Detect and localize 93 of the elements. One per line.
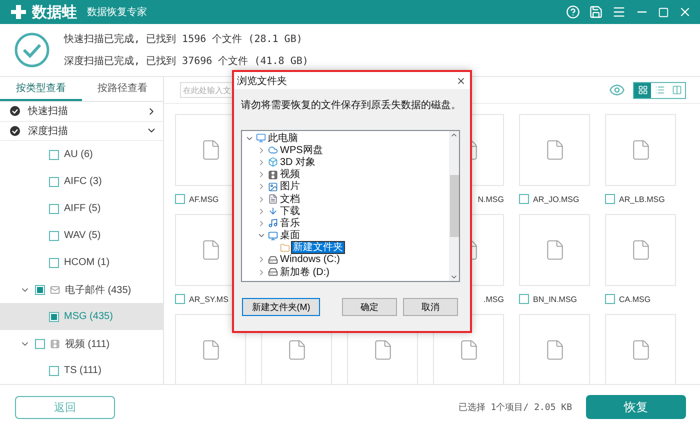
file-checkbox[interactable] xyxy=(605,194,615,204)
document-icon xyxy=(268,194,278,204)
view-tab[interactable]: 按路径查看 xyxy=(82,77,163,102)
film-icon xyxy=(50,338,60,348)
checkbox[interactable] xyxy=(49,176,59,186)
tree-item[interactable]: 此电脑 xyxy=(242,132,449,144)
recover-button[interactable]: 恢复 xyxy=(586,395,686,419)
app-name: 数据蛙 xyxy=(32,2,77,22)
folder-icon xyxy=(280,242,290,253)
dialog-message: 请勿将需要恢复的文件保存到原丢失数据的磁盘。 xyxy=(241,98,462,112)
close-icon xyxy=(456,76,466,86)
file-name: .MSG xyxy=(484,294,504,304)
tree-item[interactable]: 新加卷 (D:) xyxy=(242,266,449,278)
maximize-button[interactable] xyxy=(658,6,669,18)
desktop-icon xyxy=(268,230,278,241)
file-name: AF.MSG xyxy=(189,194,219,204)
drive-icon xyxy=(268,254,278,265)
download-icon xyxy=(268,206,278,216)
scan-summary: 深度扫描已完成, 已找到 37696 个文件 (41.8 GB) xyxy=(64,54,308,68)
scroll-down-icon[interactable] xyxy=(450,273,458,281)
file-name: BN_IN.MSG xyxy=(533,294,578,304)
view-tab[interactable]: 按类型查看 xyxy=(0,77,82,102)
checkbox[interactable] xyxy=(35,338,45,348)
scrollbar[interactable] xyxy=(449,131,459,281)
checkbox[interactable] xyxy=(49,150,59,160)
dialog-button[interactable]: 确定 xyxy=(342,298,397,316)
file-name: AR_LB.MSG xyxy=(619,194,665,204)
tree-item[interactable]: WPS网盘 xyxy=(242,144,449,156)
dialog-button[interactable]: 取消 xyxy=(403,298,458,316)
envelope-icon xyxy=(50,284,60,294)
file-name: AR_JO.MSG xyxy=(533,194,580,204)
file-checkbox[interactable] xyxy=(519,194,529,204)
file-checkbox[interactable] xyxy=(519,294,529,304)
maximize-icon xyxy=(658,6,669,18)
checkbox[interactable] xyxy=(49,312,59,322)
app-subtitle: 数据恢复专家 xyxy=(87,6,147,19)
tree-item[interactable]: 图片 xyxy=(242,180,449,193)
tree-item[interactable]: 下载 xyxy=(242,205,449,218)
cloud-icon xyxy=(268,145,278,156)
tree-item[interactable]: 桌面 xyxy=(242,230,449,242)
close-icon xyxy=(678,5,692,19)
type-item[interactable]: 视频 (111) xyxy=(0,330,163,357)
check-icon xyxy=(10,106,20,116)
close-button[interactable] xyxy=(456,76,466,86)
checkbox[interactable] xyxy=(49,366,59,376)
eye-icon[interactable] xyxy=(609,82,625,98)
drive-icon xyxy=(268,267,278,278)
tree-item[interactable]: 文档 xyxy=(242,192,449,206)
checkbox[interactable] xyxy=(49,230,59,240)
scan-item[interactable]: 深度扫描 xyxy=(0,122,163,141)
logo-icon xyxy=(10,4,28,20)
grid-view-button[interactable] xyxy=(634,82,651,98)
checkbox[interactable] xyxy=(35,284,45,294)
save-button[interactable] xyxy=(589,5,603,19)
help-button[interactable] xyxy=(566,5,580,19)
columns-icon xyxy=(672,85,682,95)
tree-item[interactable]: 新建文件夹 xyxy=(242,242,449,254)
scan-summary: 快速扫描已完成, 已找到 1596 个文件 (28.1 GB) xyxy=(64,32,304,46)
type-item[interactable]: AU (6) xyxy=(0,141,163,168)
type-item[interactable]: 电子邮件 (435) xyxy=(0,276,163,303)
type-item[interactable]: AIFC (3) xyxy=(0,168,163,195)
computer-icon xyxy=(256,133,266,144)
music-icon xyxy=(268,218,278,228)
type-item[interactable]: WAV (5) xyxy=(0,222,163,249)
dialog-button[interactable]: 新建文件夹(M) xyxy=(242,298,320,316)
tree-item[interactable]: 音乐 xyxy=(242,217,449,230)
menu-button[interactable] xyxy=(612,5,626,19)
dialog-title: 浏览文件夹 xyxy=(237,74,287,88)
file-checkbox[interactable] xyxy=(175,194,185,204)
scan-item[interactable]: 快速扫描 xyxy=(0,102,163,122)
check-circle-icon xyxy=(14,32,50,68)
checkbox[interactable] xyxy=(49,258,59,268)
file-name: AR_SY.MS xyxy=(189,294,228,304)
file-checkbox[interactable] xyxy=(175,294,185,304)
check-icon xyxy=(10,126,20,136)
grid-icon xyxy=(638,85,648,95)
menu-icon xyxy=(612,5,626,19)
scroll-up-icon[interactable] xyxy=(450,131,458,139)
help-icon xyxy=(566,5,580,19)
tree-item[interactable]: 视频 xyxy=(242,168,449,181)
tree-item[interactable]: 3D 对象 xyxy=(242,156,449,169)
type-item[interactable]: AIFF (5) xyxy=(0,195,163,222)
file-name: N.MSG xyxy=(478,194,504,204)
video-icon xyxy=(268,170,278,180)
cube-icon xyxy=(268,157,278,168)
checkbox[interactable] xyxy=(49,204,59,214)
selection-summary: 已选择 1个项目/ 2.05 KB xyxy=(458,402,572,414)
file-name: CA.MSG xyxy=(619,294,651,304)
type-item[interactable]: TS (111) xyxy=(0,357,163,384)
tree-item[interactable]: Windows (C:) xyxy=(242,254,449,266)
file-checkbox[interactable] xyxy=(605,294,615,304)
type-item[interactable]: HCOM (1) xyxy=(0,249,163,276)
picture-icon xyxy=(268,182,278,192)
